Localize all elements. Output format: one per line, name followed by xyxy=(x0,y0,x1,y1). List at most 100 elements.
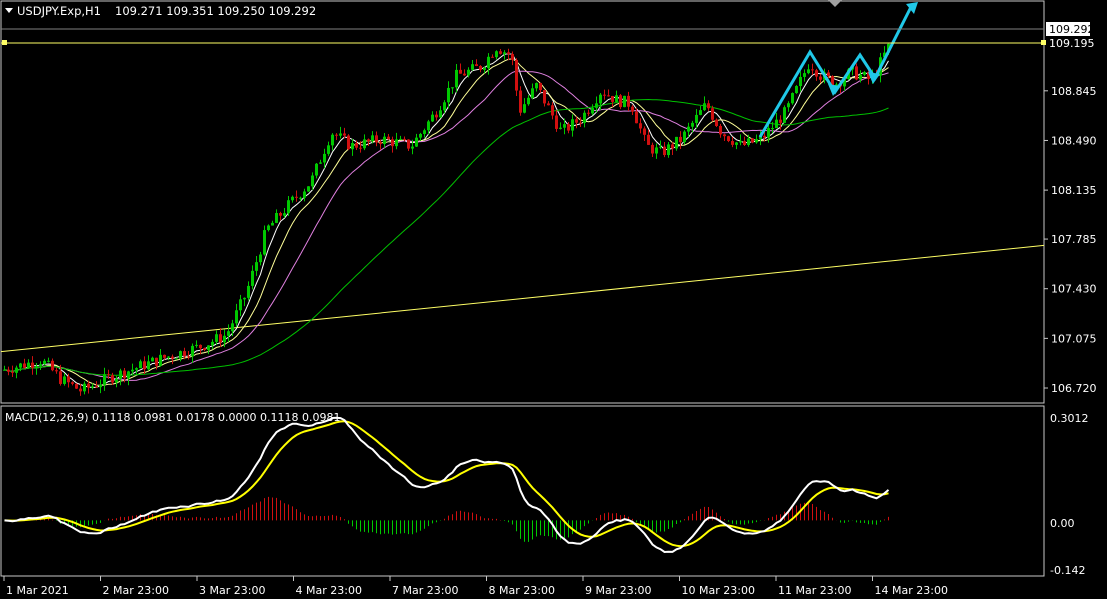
scroll-marker-icon[interactable] xyxy=(828,0,842,7)
candle-bull xyxy=(467,69,470,76)
candle-bear xyxy=(731,141,734,145)
candle-bull xyxy=(315,163,318,176)
candle-bear xyxy=(335,134,338,136)
candle-bear xyxy=(391,139,394,147)
price-tick-label: 108.490 xyxy=(1051,134,1097,147)
candle-bull xyxy=(303,191,306,198)
candle-bear xyxy=(619,95,622,108)
time-tick-label: 7 Mar 23:00 xyxy=(392,584,458,597)
level-price-label: 109.195 xyxy=(1049,37,1095,50)
candle-bear xyxy=(143,361,146,370)
candle-bear xyxy=(403,138,406,140)
time-tick-label: 9 Mar 23:00 xyxy=(585,584,651,597)
candle-bull xyxy=(487,56,490,68)
candle-bull xyxy=(207,345,210,350)
candle-bull xyxy=(179,351,182,359)
candle-bull xyxy=(319,162,322,164)
candle-bull xyxy=(591,107,594,114)
candle-bull xyxy=(127,371,130,379)
candle-bull xyxy=(287,200,290,214)
time-tick-label: 11 Mar 23:00 xyxy=(778,584,851,597)
candle-bull xyxy=(83,383,86,392)
candle-bear xyxy=(155,357,158,366)
candle-bull xyxy=(859,74,862,80)
symbol-menu-icon[interactable] xyxy=(5,8,13,13)
candle-bull xyxy=(527,97,530,105)
candle-bull xyxy=(223,335,226,343)
candle-bear xyxy=(279,212,282,216)
candle-bear xyxy=(23,363,26,368)
candle-bull xyxy=(571,119,574,131)
candle-bull xyxy=(535,83,538,89)
candle-bull xyxy=(495,51,498,58)
candle-bull xyxy=(363,139,366,149)
candle-bull xyxy=(251,270,254,286)
candle-bear xyxy=(707,103,710,109)
candle-bear xyxy=(367,139,370,142)
candle-bull xyxy=(231,323,234,332)
candle-bear xyxy=(635,111,638,124)
candle-bear xyxy=(123,370,126,379)
candle-bull xyxy=(599,94,602,104)
ohlc-header: 109.271 109.351 109.250 109.292 xyxy=(115,4,316,18)
candle-bull xyxy=(687,126,690,132)
symbol-header[interactable]: USDJPY.Exp,H1 xyxy=(17,4,101,18)
price-tick-label: 107.785 xyxy=(1051,233,1097,246)
macd-header: MACD(12,26,9) 0.1118 0.0981 0.0178 0.000… xyxy=(5,411,340,424)
candle-bull xyxy=(239,299,242,311)
candle-bear xyxy=(519,90,522,113)
candle-bear xyxy=(459,69,462,74)
candle-bull xyxy=(331,134,334,146)
candle-bear xyxy=(31,362,34,369)
candle-bear xyxy=(827,72,830,77)
candle-bull xyxy=(63,376,66,384)
candle-bear xyxy=(475,64,478,67)
candle-bear xyxy=(575,119,578,123)
candle-bear xyxy=(603,94,606,96)
candle-bear xyxy=(359,147,362,149)
candle-bear xyxy=(639,123,642,129)
candle-bull xyxy=(191,345,194,357)
candle-bear xyxy=(479,66,482,70)
candle-bear xyxy=(219,334,222,343)
candle-bull xyxy=(783,107,786,123)
candle-bull xyxy=(351,143,354,150)
candle-bull xyxy=(863,72,866,75)
candle-bear xyxy=(811,69,814,71)
candle-bull xyxy=(583,112,586,123)
candle-bear xyxy=(719,125,722,135)
time-tick-label: 1 Mar 2021 xyxy=(6,584,69,597)
candle-bull xyxy=(27,362,30,368)
candle-bull xyxy=(271,222,274,226)
candle-bull xyxy=(659,146,662,148)
level-handle-right[interactable] xyxy=(1041,40,1046,45)
candle-bull xyxy=(523,104,526,113)
candle-bull xyxy=(211,341,214,346)
candle-bear xyxy=(59,371,62,384)
candle-bull xyxy=(147,361,150,370)
candle-bull xyxy=(247,285,250,298)
candle-bull xyxy=(35,366,38,369)
candle-bear xyxy=(67,376,70,383)
level-handle-left[interactable] xyxy=(2,40,7,45)
candle-bull xyxy=(339,133,342,136)
candle-bull xyxy=(399,138,402,140)
candles xyxy=(3,43,890,396)
candle-bull xyxy=(255,262,258,271)
time-tick-label: 10 Mar 23:00 xyxy=(682,584,755,597)
time-axis: 1 Mar 2021 2 Mar 23:00 3 Mar 23:00 4 Mar 23… xyxy=(3,576,948,597)
candle-bear xyxy=(647,134,650,145)
candle-bull xyxy=(323,153,326,163)
candle-bear xyxy=(463,73,466,76)
candle-bull xyxy=(471,64,474,70)
candle-bull xyxy=(739,141,742,143)
candle-bear xyxy=(171,356,174,359)
candle-bull xyxy=(431,114,434,122)
candle-bull xyxy=(299,197,302,199)
candle-bear xyxy=(555,115,558,129)
candle-bull xyxy=(755,139,758,143)
candle-bull xyxy=(447,87,450,103)
candle-bear xyxy=(95,386,98,388)
price-chart[interactable]: 108.845 108.490 108.135 107.785 107.430 107.0… xyxy=(0,0,1107,599)
candle-bull xyxy=(531,88,534,98)
